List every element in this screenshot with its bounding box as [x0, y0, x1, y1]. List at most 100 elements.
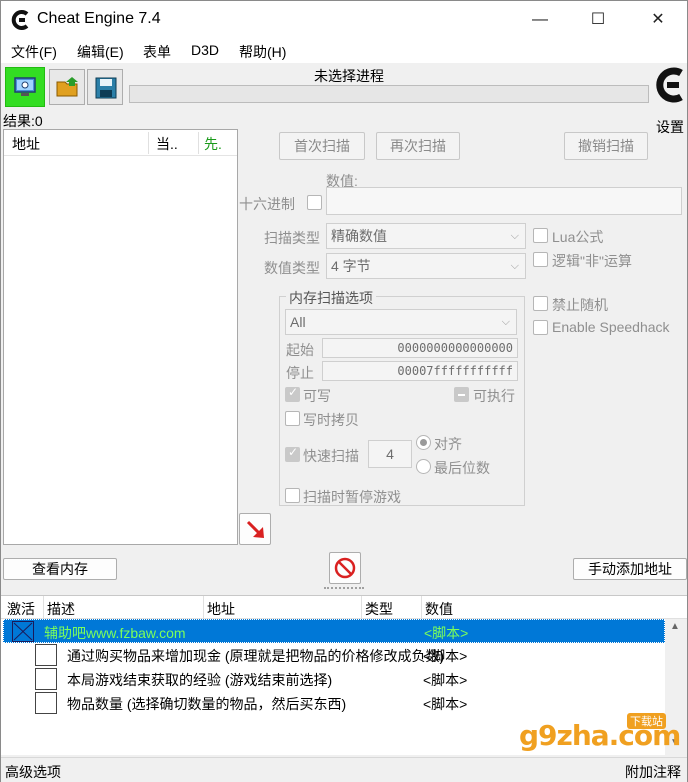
speedhack-label: Enable Speedhack: [552, 319, 670, 335]
value-type-label: 数值类型: [264, 260, 320, 276]
start-address-input[interactable]: 0000000000000000: [322, 338, 518, 358]
row-active-checkbox[interactable]: [35, 692, 57, 714]
value-type-value: 4 字节: [331, 258, 371, 274]
stop-button[interactable]: [329, 552, 361, 584]
header-active[interactable]: 激活: [7, 599, 35, 619]
scan-type-value: 精确数值: [331, 228, 387, 244]
scan-type-select[interactable]: 精确数值 ⌵: [326, 223, 526, 249]
memory-scan-options-title: 内存扫描选项: [286, 288, 376, 308]
row-description: 辅助吧www.fzbaw.com: [44, 625, 186, 641]
table-row[interactable]: 物品数量 (选择确切数量的物品，然后买东西) <脚本>: [3, 691, 665, 715]
lua-formula-label: Lua公式: [552, 229, 604, 245]
status-bar: 高级选项 附加注释: [1, 757, 687, 782]
pause-game-checkbox[interactable]: [285, 488, 300, 503]
results-count: 结果:0: [3, 113, 43, 129]
open-folder-icon: [56, 77, 78, 97]
select-process-button[interactable]: [5, 67, 45, 107]
align-radio[interactable]: [416, 435, 431, 450]
table-row[interactable]: 辅助吧www.fzbaw.com <脚本>: [3, 619, 665, 643]
column-divider: [148, 132, 149, 154]
minimize-button[interactable]: —: [517, 1, 563, 39]
chevron-down-icon: ⌵: [510, 230, 519, 242]
row-value: <脚本>: [424, 625, 469, 641]
cheat-engine-logo-icon: [11, 10, 29, 30]
row-description: 物品数量 (选择确切数量的物品，然后买东西): [67, 696, 347, 712]
column-divider: [43, 596, 44, 618]
no-entry-icon: [334, 557, 356, 579]
lua-formula-checkbox[interactable]: [533, 228, 548, 243]
save-file-button[interactable]: [87, 69, 123, 105]
copy-on-write-label: 写时拷贝: [303, 412, 359, 428]
view-memory-button[interactable]: 查看内存: [3, 558, 117, 580]
column-divider: [421, 596, 422, 618]
hex-label: 十六进制: [239, 196, 295, 212]
next-scan-button[interactable]: 再次扫描: [376, 132, 460, 160]
red-arrow-icon: [246, 520, 264, 538]
column-divider: [361, 596, 362, 618]
table-row[interactable]: 通过购买物品来增加现金 (原理就是把物品的价格修改成负数) <脚本>: [3, 643, 665, 667]
table-comments-link[interactable]: 附加注释: [625, 762, 681, 782]
writable-checkbox[interactable]: ✓: [285, 385, 300, 402]
row-value: <脚本>: [423, 696, 468, 712]
menu-file[interactable]: 文件(F): [11, 42, 57, 62]
not-logic-label: 逻辑"非"运算: [552, 253, 632, 269]
splitter-handle[interactable]: [324, 587, 364, 591]
column-previous[interactable]: 先.: [204, 134, 222, 154]
column-address[interactable]: 地址: [12, 134, 40, 154]
open-file-button[interactable]: [49, 69, 85, 105]
watermark-badge: 下载站: [627, 713, 666, 729]
header-address[interactable]: 地址: [207, 599, 235, 619]
checkmark-icon: ✓: [288, 385, 299, 399]
cross-icon: [13, 622, 33, 641]
row-active-checkbox[interactable]: [12, 621, 34, 642]
row-description: 本局游戏结束获取的经验 (游戏结束前选择): [67, 672, 333, 688]
fast-scan-label: 快速扫描: [303, 448, 359, 464]
row-active-checkbox[interactable]: [35, 668, 57, 690]
value-type-select[interactable]: 4 字节 ⌵: [326, 253, 526, 279]
first-scan-button[interactable]: 首次扫描: [279, 132, 365, 160]
stop-address-input[interactable]: 00007fffffffffff: [322, 361, 518, 381]
menu-edit[interactable]: 编辑(E): [77, 42, 124, 62]
maximize-button[interactable]: ☐: [575, 1, 621, 39]
settings-logo-icon[interactable]: [653, 65, 687, 107]
undo-scan-button[interactable]: 撤销扫描: [564, 132, 648, 160]
column-divider: [203, 596, 204, 618]
column-current[interactable]: 当..: [156, 134, 178, 154]
advanced-options-link[interactable]: 高级选项: [5, 762, 61, 782]
not-logic-checkbox[interactable]: [533, 252, 548, 267]
memory-region-value: All: [290, 314, 306, 330]
row-description: 通过购买物品来增加现金 (原理就是把物品的价格修改成负数): [67, 648, 445, 664]
scroll-up-icon[interactable]: ▲: [670, 621, 680, 632]
pause-game-label: 扫描时暂停游戏: [303, 489, 401, 505]
hex-checkbox[interactable]: [307, 195, 322, 210]
no-random-label: 禁止随机: [552, 297, 608, 313]
menu-table[interactable]: 表单: [143, 42, 171, 62]
start-address-label: 起始: [286, 342, 314, 358]
menu-help[interactable]: 帮助(H): [239, 42, 286, 62]
menu-bar: 文件(F) 编辑(E) 表单 D3D 帮助(H): [1, 39, 687, 63]
header-description[interactable]: 描述: [47, 599, 75, 619]
table-row[interactable]: 本局游戏结束获取的经验 (游戏结束前选择) <脚本>: [3, 667, 665, 691]
header-value[interactable]: 数值: [425, 599, 453, 619]
fast-scan-input[interactable]: 4: [368, 440, 412, 468]
speedhack-checkbox[interactable]: [533, 320, 548, 335]
header-type[interactable]: 类型: [365, 599, 393, 619]
found-address-list[interactable]: 地址 当.. 先.: [3, 129, 238, 545]
menu-d3d[interactable]: D3D: [191, 42, 219, 58]
fast-scan-checkbox[interactable]: ✓: [285, 445, 300, 462]
settings-label[interactable]: 设置: [656, 117, 684, 137]
computer-icon: [14, 77, 36, 96]
no-random-checkbox[interactable]: [533, 296, 548, 311]
last-digits-radio[interactable]: [416, 459, 431, 474]
add-address-manually-button[interactable]: 手动添加地址: [573, 558, 687, 580]
add-to-list-button[interactable]: [239, 513, 271, 545]
chevron-down-icon: ⌵: [501, 316, 510, 328]
scan-progress-bar: [129, 85, 649, 103]
copy-on-write-checkbox[interactable]: [285, 411, 300, 426]
value-input[interactable]: [326, 187, 682, 215]
close-button[interactable]: ✕: [635, 1, 681, 39]
executable-checkbox[interactable]: [454, 387, 469, 402]
checkmark-icon: ✓: [288, 445, 299, 459]
memory-region-select[interactable]: All ⌵: [285, 309, 517, 335]
row-active-checkbox[interactable]: [35, 644, 57, 666]
